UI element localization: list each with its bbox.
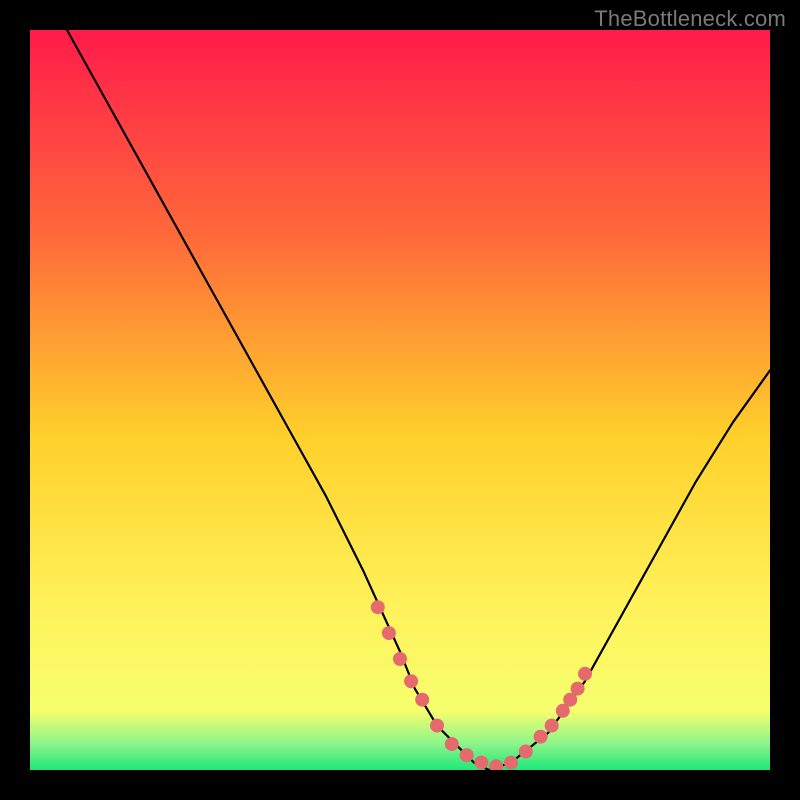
highlight-dot — [371, 600, 385, 614]
highlight-dot — [474, 756, 488, 770]
highlight-dot — [460, 748, 474, 762]
chart-svg — [30, 30, 770, 770]
highlight-dot — [519, 745, 533, 759]
highlight-dot — [445, 737, 459, 751]
highlight-dot — [578, 667, 592, 681]
highlight-dot — [430, 719, 444, 733]
highlight-dot — [382, 626, 396, 640]
highlight-dot — [534, 730, 548, 744]
plot-area — [30, 30, 770, 770]
highlight-dot — [545, 719, 559, 733]
highlight-dot — [571, 682, 585, 696]
highlight-dot — [415, 693, 429, 707]
watermark-text: TheBottleneck.com — [594, 6, 786, 32]
highlight-dot — [504, 756, 518, 770]
chart-frame: TheBottleneck.com — [0, 0, 800, 800]
highlight-dot — [393, 652, 407, 666]
highlight-dot — [404, 674, 418, 688]
